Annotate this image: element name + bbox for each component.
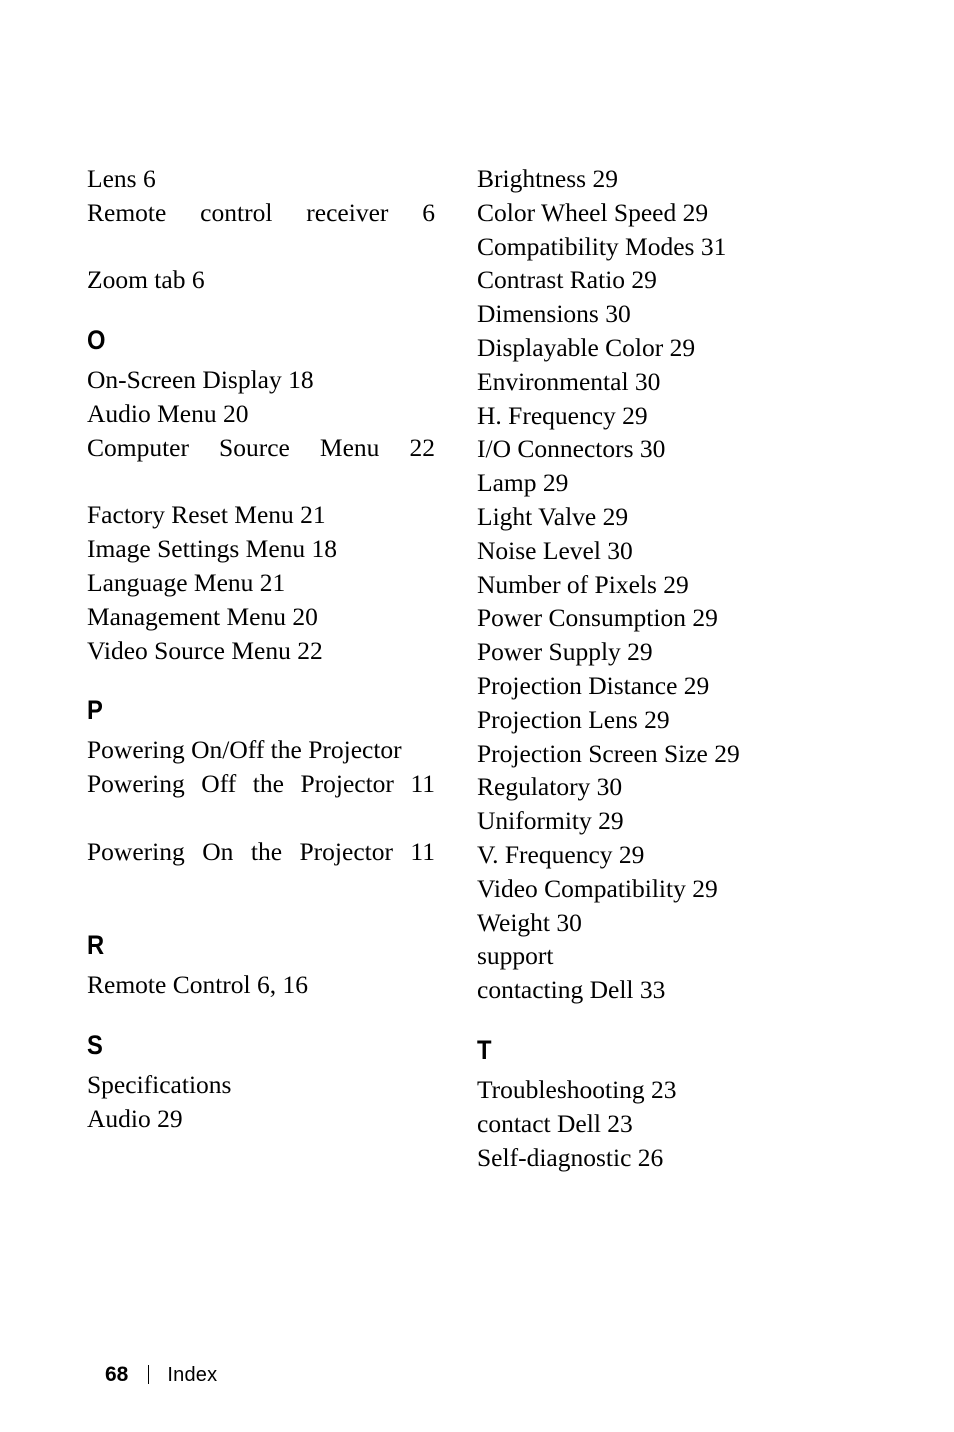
index-entry-group: Brightness 29 Color Wheel Speed 29 Compati… [477,162,829,1007]
index-entry[interactable]: Weight 30 [477,906,829,940]
index-entry-group: On-Screen Display 18 Audio Menu 20 Compute… [87,363,435,667]
index-entry-group: Lens 6 Remote control receiver 6 Zoom tab … [87,162,435,297]
section-letter-s: S [87,1030,103,1061]
index-entry[interactable]: Uniformity 29 [477,804,829,838]
index-entry[interactable]: Troubleshooting 23 [477,1073,829,1107]
index-entry[interactable]: Image Settings Menu 18 [87,532,435,566]
index-entry[interactable]: Self-diagnostic 26 [477,1141,829,1175]
index-entry[interactable]: On-Screen Display 18 [87,363,435,397]
index-page: Lens 6 Remote control receiver 6 Zoom tab … [0,0,954,1432]
index-entry[interactable]: H. Frequency 29 [477,399,829,433]
index-entry-group: Powering On/Off the Projec­tor Powering O… [87,733,435,902]
index-entry[interactable]: Computer Source Menu 22 [87,431,435,499]
index-entry[interactable]: Audio Menu 20 [87,397,435,431]
index-entry[interactable]: Projection Screen Size 29 [477,737,829,771]
index-entry[interactable]: Contrast Ratio 29 [477,263,829,297]
footer-page-number: 68 [105,1363,129,1386]
index-entry[interactable]: Power Consumption 29 [477,601,829,635]
index-entry[interactable]: Zoom tab 6 [87,263,435,297]
page-footer: 68 Index [105,1362,217,1387]
index-entry[interactable]: contacting Dell 33 [477,973,829,1007]
index-entry[interactable]: Environmental 30 [477,365,829,399]
index-entry[interactable]: Projection Distance 29 [477,669,829,703]
index-entry[interactable]: Factory Reset Menu 21 [87,498,435,532]
index-entry[interactable]: Light Valve 29 [477,500,829,534]
index-entry[interactable]: Number of Pixels 29 [477,568,829,602]
index-entry[interactable]: V. Frequency 29 [477,838,829,872]
section-letter-o: O [87,325,106,356]
section-letter-r: R [87,930,104,961]
index-entry[interactable]: contact Dell 23 [477,1107,829,1141]
index-entry[interactable]: Dimensions 30 [477,297,829,331]
index-entry[interactable]: Language Menu 21 [87,566,435,600]
index-column-right: Brightness 29 Color Wheel Speed 29 Compati… [477,162,829,1174]
index-entry[interactable]: Displayable Color 29 [477,331,829,365]
index-entry[interactable]: Audio 29 [87,1102,435,1136]
index-entry[interactable]: Video Compatibility 29 [477,872,829,906]
index-entry-group: Specifications Audio 29 [87,1068,435,1136]
footer-separator-rule [148,1365,150,1384]
index-entry[interactable]: support [477,939,829,973]
index-entry[interactable]: Regulatory 30 [477,770,829,804]
index-entry[interactable]: Lamp 29 [477,466,829,500]
index-entry[interactable]: Compatibility Modes 31 [477,230,829,264]
section-letter-p: P [87,695,103,726]
index-entry[interactable]: I/O Connectors 30 [477,432,829,466]
index-entry[interactable]: Powering On/Off the Projec­tor [87,733,435,767]
index-entry[interactable]: Powering On the Projec­tor 11 [87,835,435,903]
index-entry[interactable]: Power Supply 29 [477,635,829,669]
footer-section-label: Index [167,1364,218,1386]
index-entry[interactable]: Color Wheel Speed 29 [477,196,829,230]
index-entry[interactable]: Video Source Menu 22 [87,634,435,668]
index-entry[interactable]: Projection Lens 29 [477,703,829,737]
index-column-left: Lens 6 Remote control receiver 6 Zoom tab … [87,162,435,1136]
index-entry[interactable]: Powering Off the Projec­tor 11 [87,767,435,835]
index-entry-group: Remote Control 6, 16 [87,968,435,1002]
section-letter-t: T [477,1034,492,1065]
index-entry[interactable]: Specifications [87,1068,435,1102]
index-entry[interactable]: Noise Level 30 [477,534,829,568]
index-entry[interactable]: Remote Control 6, 16 [87,968,435,1002]
index-entry[interactable]: Remote control receiver 6 [87,196,435,264]
index-entry[interactable]: Lens 6 [87,162,435,196]
index-entry-group: Troubleshooting 23 contact Dell 23 Self-di… [477,1073,829,1174]
index-entry[interactable]: Management Menu 20 [87,600,435,634]
index-entry[interactable]: Brightness 29 [477,162,829,196]
